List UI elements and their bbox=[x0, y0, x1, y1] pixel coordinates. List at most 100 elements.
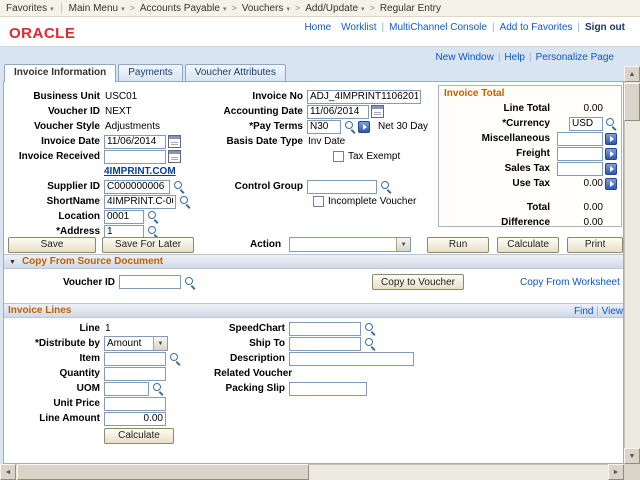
collapse-triangle-icon[interactable] bbox=[9, 256, 16, 267]
invoice-date-calendar-icon[interactable] bbox=[168, 135, 181, 148]
breadcrumb-separator bbox=[290, 3, 305, 14]
line-amount-label: Line Amount bbox=[9, 413, 104, 424]
item-input[interactable] bbox=[104, 352, 166, 366]
supplier-id-input[interactable] bbox=[104, 180, 170, 194]
breadcrumb-favorites[interactable]: Favorites bbox=[6, 3, 54, 14]
dropdown-arrow-icon[interactable] bbox=[153, 337, 167, 350]
header-left-column: Business Unit USC01 Voucher ID NEXT Vouc… bbox=[9, 89, 207, 239]
currency-row: *Currency bbox=[439, 116, 621, 131]
scroll-down-button[interactable] bbox=[624, 448, 640, 464]
calculate-button[interactable]: Calculate bbox=[497, 237, 559, 253]
incomplete-voucher-checkbox[interactable] bbox=[313, 196, 324, 207]
sales-tax-drill-icon[interactable] bbox=[605, 163, 617, 175]
supplier-name-link[interactable]: 4IMPRINT.COM bbox=[104, 166, 176, 177]
invoice-date-input[interactable] bbox=[104, 135, 166, 149]
save-button[interactable]: Save bbox=[8, 237, 96, 253]
invoice-received-label: Invoice Received bbox=[9, 151, 104, 162]
control-group-lookup-icon[interactable] bbox=[379, 180, 392, 193]
invoice-information-panel: Business Unit USC01 Voucher ID NEXT Vouc… bbox=[3, 81, 624, 464]
link-personalize-page[interactable]: Personalize Page bbox=[536, 52, 614, 63]
breadcrumb-main-menu[interactable]: Main Menu bbox=[69, 3, 125, 14]
location-lookup-icon[interactable] bbox=[146, 210, 159, 223]
currency-input[interactable] bbox=[569, 117, 603, 131]
unit-price-input[interactable] bbox=[104, 397, 166, 411]
scroll-up-button[interactable] bbox=[624, 66, 640, 82]
speedchart-lookup-icon[interactable] bbox=[363, 322, 376, 335]
business-unit-row: Business Unit USC01 bbox=[9, 89, 207, 104]
copy-voucher-id-lookup-icon[interactable] bbox=[183, 276, 196, 289]
breadcrumb-separator bbox=[226, 3, 241, 14]
tax-exempt-checkbox[interactable] bbox=[333, 151, 344, 162]
copy-from-worksheet-link[interactable]: Copy From Worksheet bbox=[520, 277, 620, 288]
uom-input[interactable] bbox=[104, 382, 149, 396]
copy-voucher-id-input[interactable] bbox=[119, 275, 181, 289]
business-unit-value: USC01 bbox=[104, 91, 137, 102]
freight-input[interactable] bbox=[557, 147, 603, 161]
shortname-input[interactable] bbox=[104, 195, 176, 209]
line-calculate-button[interactable]: Calculate bbox=[104, 428, 174, 444]
pay-terms-input[interactable] bbox=[307, 120, 341, 134]
link-sign-out[interactable]: Sign out bbox=[585, 22, 625, 33]
quantity-input[interactable] bbox=[104, 367, 166, 381]
control-group-input[interactable] bbox=[307, 180, 377, 194]
pay-terms-lookup-icon[interactable] bbox=[343, 120, 356, 133]
horizontal-scroll-thumb[interactable] bbox=[17, 464, 309, 480]
sales-tax-input[interactable] bbox=[557, 162, 603, 176]
invoice-received-calendar-icon[interactable] bbox=[168, 150, 181, 163]
link-multichannel-console[interactable]: MultiChannel Console bbox=[389, 22, 487, 33]
accounting-date-calendar-icon[interactable] bbox=[371, 105, 384, 118]
invoice-received-input[interactable] bbox=[104, 150, 166, 164]
copy-from-source-header[interactable]: Copy From Source Document bbox=[4, 254, 623, 269]
breadcrumb-vouchers[interactable]: Vouchers bbox=[242, 3, 290, 14]
view-all-link[interactable]: View All bbox=[602, 306, 623, 317]
currency-lookup-icon[interactable] bbox=[604, 117, 617, 130]
dropdown-arrow-icon[interactable] bbox=[396, 238, 410, 251]
link-help[interactable]: Help bbox=[504, 52, 525, 63]
breadcrumb: Favorites Main Menu Accounts Payable Vou… bbox=[0, 0, 640, 17]
invoice-total-title: Invoice Total bbox=[439, 86, 621, 101]
save-for-later-button[interactable]: Save For Later bbox=[102, 237, 194, 253]
distribute-by-dropdown[interactable]: Amount bbox=[104, 336, 168, 351]
miscellaneous-input[interactable] bbox=[557, 132, 603, 146]
print-button[interactable]: Print bbox=[567, 237, 623, 253]
invoice-no-row: Invoice No bbox=[204, 89, 436, 104]
tab-payments[interactable]: Payments bbox=[118, 64, 182, 81]
freight-label: Freight bbox=[463, 148, 555, 159]
freight-drill-icon[interactable] bbox=[605, 148, 617, 160]
pay-terms-drill-icon[interactable] bbox=[358, 121, 370, 133]
invoice-no-input[interactable] bbox=[307, 90, 421, 104]
location-input[interactable] bbox=[104, 210, 144, 224]
tab-voucher-attributes[interactable]: Voucher Attributes bbox=[185, 64, 286, 81]
link-home[interactable]: Home bbox=[304, 22, 331, 33]
breadcrumb-add-update[interactable]: Add/Update bbox=[305, 3, 364, 14]
vertical-scrollbar[interactable] bbox=[624, 66, 640, 464]
ship-to-lookup-icon[interactable] bbox=[363, 337, 376, 350]
packing-slip-input[interactable] bbox=[289, 382, 367, 396]
ship-to-input[interactable] bbox=[289, 337, 361, 351]
scroll-left-button[interactable] bbox=[0, 464, 16, 480]
shortname-lookup-icon[interactable] bbox=[178, 195, 191, 208]
copy-to-voucher-button[interactable]: Copy to Voucher bbox=[372, 274, 464, 290]
horizontal-scrollbar[interactable] bbox=[0, 464, 624, 480]
uom-lookup-icon[interactable] bbox=[151, 382, 164, 395]
accounting-date-input[interactable] bbox=[307, 105, 369, 119]
link-worklist[interactable]: Worklist bbox=[341, 22, 376, 33]
speedchart-input[interactable] bbox=[289, 322, 361, 336]
scroll-right-button[interactable] bbox=[608, 464, 624, 480]
link-add-to-favorites[interactable]: Add to Favorites bbox=[500, 22, 573, 33]
supplier-id-lookup-icon[interactable] bbox=[172, 180, 185, 193]
find-link[interactable]: Find bbox=[574, 306, 593, 317]
description-input[interactable] bbox=[289, 352, 414, 366]
tax-exempt-row: Tax Exempt bbox=[204, 149, 436, 164]
run-button[interactable]: Run bbox=[427, 237, 489, 253]
link-new-window[interactable]: New Window bbox=[435, 52, 493, 63]
line-amount-input[interactable] bbox=[104, 412, 166, 426]
use-tax-drill-icon[interactable] bbox=[605, 178, 617, 190]
vertical-scroll-thumb[interactable] bbox=[624, 83, 640, 121]
item-lookup-icon[interactable] bbox=[168, 352, 181, 365]
voucher-id-value: NEXT bbox=[104, 106, 132, 117]
tab-invoice-information[interactable]: Invoice Information bbox=[4, 64, 116, 82]
action-dropdown[interactable] bbox=[289, 237, 411, 252]
breadcrumb-accounts-payable[interactable]: Accounts Payable bbox=[140, 3, 227, 14]
miscellaneous-drill-icon[interactable] bbox=[605, 133, 617, 145]
